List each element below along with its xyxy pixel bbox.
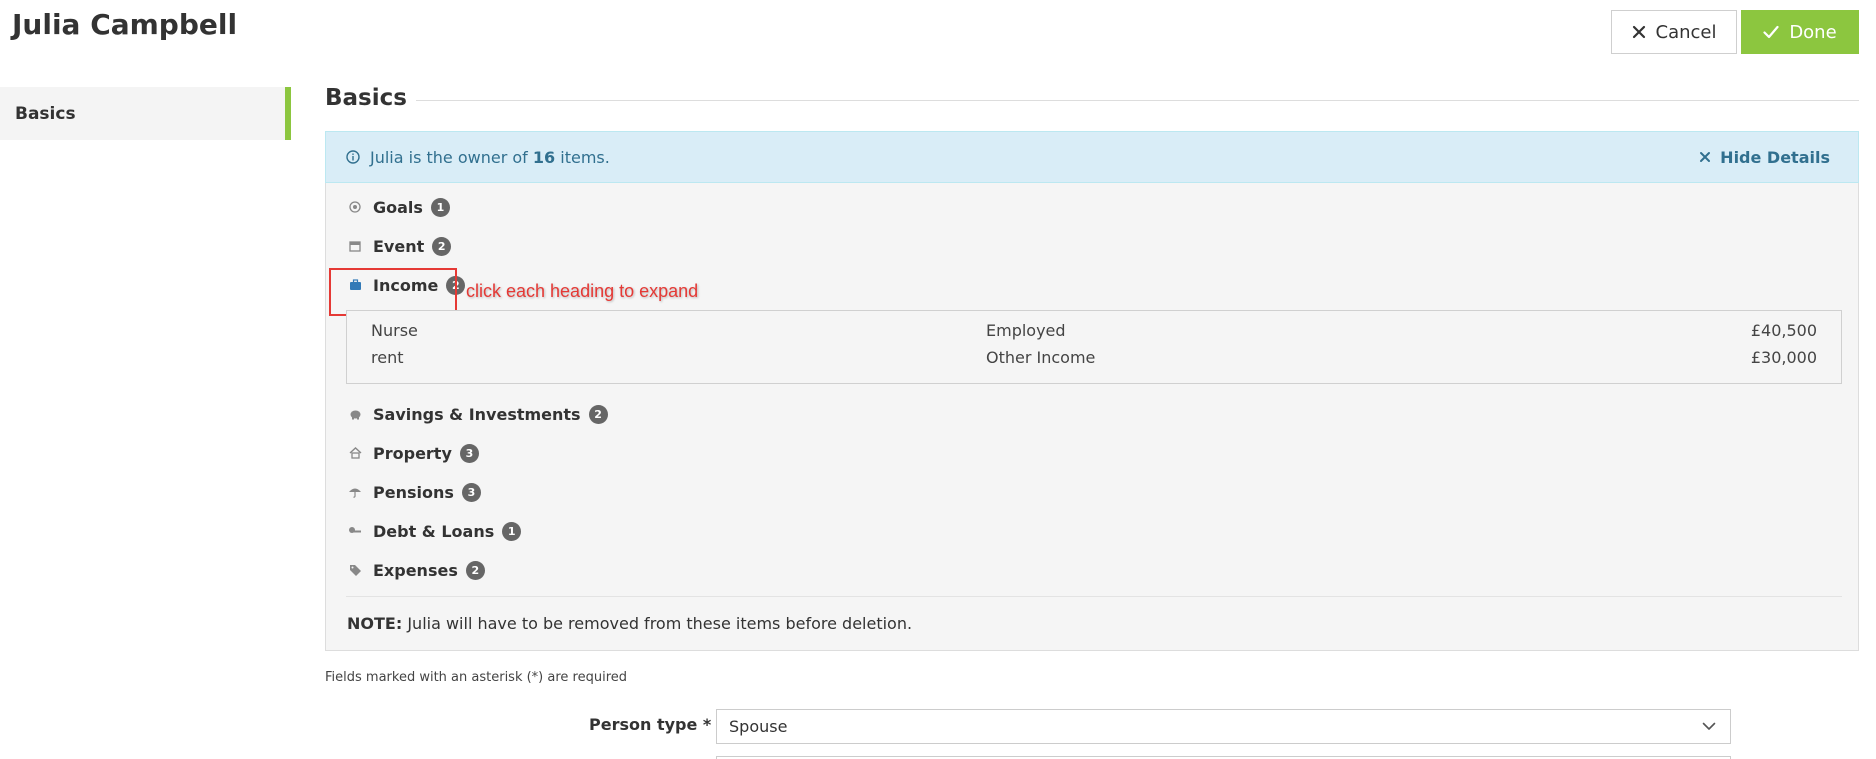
chevron-down-icon <box>1702 722 1716 730</box>
section-divider <box>416 100 1859 101</box>
info-icon <box>346 150 360 164</box>
done-label: Done <box>1789 21 1837 43</box>
house-icon <box>347 447 363 459</box>
info-message: Julia is the owner of 16 items. <box>346 148 1699 167</box>
cancel-label: Cancel <box>1655 21 1717 43</box>
owned-items-panel: Goals 1 Event 2 Income 2 click each head… <box>325 183 1859 651</box>
annotation-highlight-box <box>329 268 457 316</box>
table-row: rent Other Income £30,000 <box>347 348 1841 372</box>
income-items-table: Nurse Employed £40,500 rent Other Income… <box>346 310 1842 384</box>
income-name: Nurse <box>371 321 418 340</box>
owned-items-count: 16 <box>532 147 556 167</box>
hide-details-button[interactable]: Hide Details <box>1699 148 1830 167</box>
count-badge: 2 <box>465 560 485 580</box>
note-text: Julia will have to be removed from these… <box>407 614 913 633</box>
person-type-label: Person type * <box>589 715 712 734</box>
category-label: Goals <box>373 197 423 217</box>
category-label: Pensions <box>373 482 454 502</box>
divider <box>346 596 1842 597</box>
target-icon <box>347 201 363 213</box>
count-badge: 1 <box>502 521 522 541</box>
count-badge: 3 <box>461 482 481 502</box>
income-name: rent <box>371 348 404 367</box>
hide-details-label: Hide Details <box>1720 147 1830 167</box>
calendar-icon <box>347 240 363 252</box>
page-title: Julia Campbell <box>12 8 238 41</box>
done-button[interactable]: Done <box>1741 10 1859 54</box>
category-label: Event <box>373 236 425 256</box>
person-type-value: Spouse <box>729 717 788 736</box>
close-icon <box>1632 25 1645 39</box>
sidebar-item-label: Basics <box>15 103 76 124</box>
category-label: Savings & Investments <box>373 404 581 424</box>
table-row: Nurse Employed £40,500 <box>347 321 1841 345</box>
income-type: Other Income <box>986 348 1096 367</box>
category-label: Property <box>373 443 452 463</box>
category-savings-investments[interactable]: Savings & Investments 2 <box>347 402 608 426</box>
info-message-prefix: Julia is the owner of <box>370 147 528 167</box>
sidebar-item-basics[interactable]: Basics <box>0 87 291 140</box>
count-badge: 2 <box>432 236 452 256</box>
income-amount: £30,000 <box>1750 348 1817 367</box>
deletion-note: NOTE: Julia will have to be removed from… <box>347 614 912 633</box>
checkmark-icon <box>1763 25 1779 39</box>
key-icon <box>347 525 363 537</box>
person-type-select[interactable]: Spouse <box>716 709 1731 744</box>
tag-icon <box>347 564 363 576</box>
category-debt-loans[interactable]: Debt & Loans 1 <box>347 519 522 543</box>
category-expenses[interactable]: Expenses 2 <box>347 558 485 582</box>
note-label: NOTE: <box>347 614 403 633</box>
category-event[interactable]: Event 2 <box>347 234 452 258</box>
annotation-text: click each heading to expand <box>466 281 699 301</box>
cancel-button[interactable]: Cancel <box>1611 10 1737 54</box>
category-property[interactable]: Property 3 <box>347 441 479 465</box>
category-label: Expenses <box>373 560 458 580</box>
count-badge: 2 <box>588 404 608 424</box>
count-badge: 3 <box>459 443 479 463</box>
info-message-suffix: items. <box>560 147 610 167</box>
piggy-bank-icon <box>347 408 363 420</box>
category-goals[interactable]: Goals 1 <box>347 195 450 219</box>
income-amount: £40,500 <box>1750 321 1817 340</box>
category-pensions[interactable]: Pensions 3 <box>347 480 481 504</box>
section-heading: Basics <box>325 85 407 111</box>
close-icon <box>1700 152 1711 162</box>
category-label: Debt & Loans <box>373 521 495 541</box>
required-fields-note: Fields marked with an asterisk (*) are r… <box>325 670 628 685</box>
umbrella-icon <box>347 486 363 498</box>
count-badge: 1 <box>430 197 450 217</box>
income-type: Employed <box>986 321 1066 340</box>
info-banner: Julia is the owner of 16 items. Hide Det… <box>325 131 1859 183</box>
